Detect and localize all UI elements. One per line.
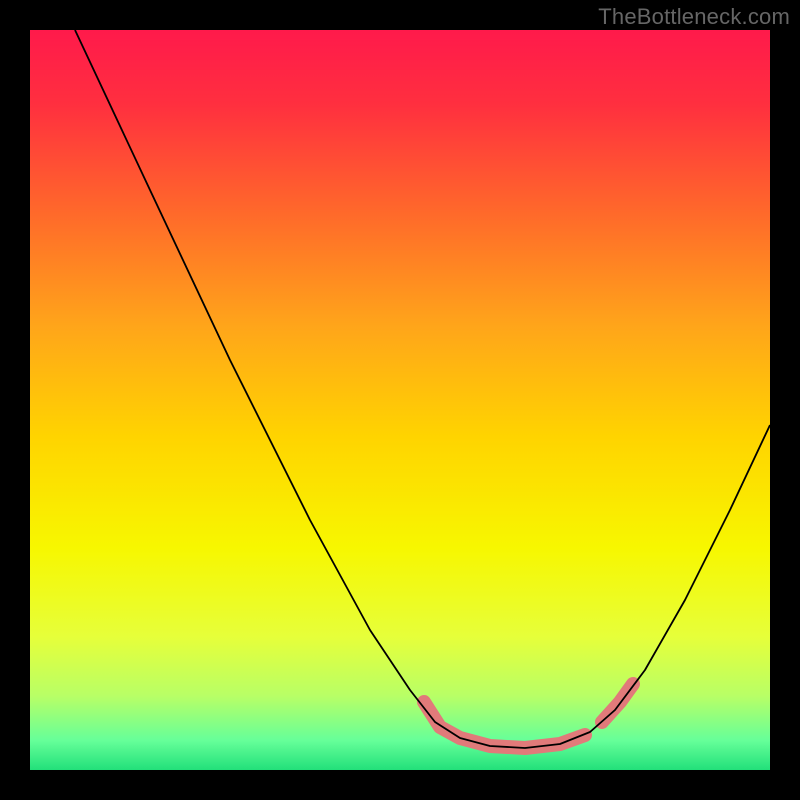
plot-svg: [30, 30, 770, 770]
gradient-background: [30, 30, 770, 770]
chart-frame: TheBottleneck.com: [0, 0, 800, 800]
plot-area: [30, 30, 770, 770]
watermark-text: TheBottleneck.com: [598, 4, 790, 30]
